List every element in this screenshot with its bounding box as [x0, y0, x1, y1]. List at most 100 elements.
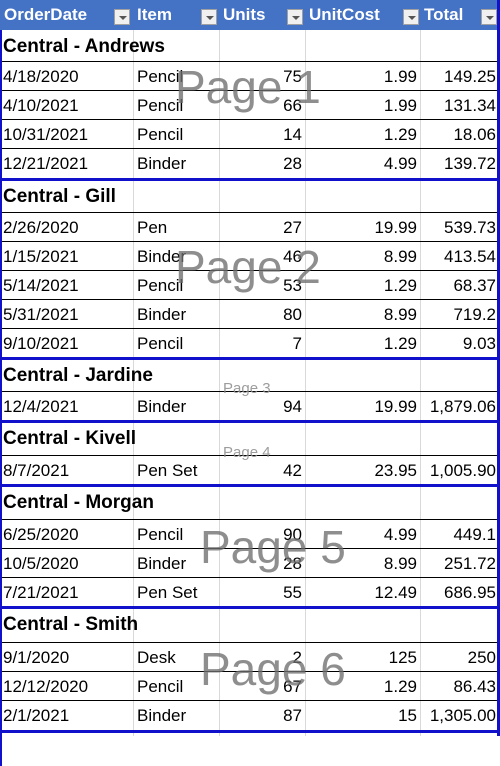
cell-orderdate[interactable]: 1/15/2021 — [3, 242, 79, 270]
cell-unitcost[interactable]: 1.99 — [305, 91, 417, 119]
cell-unitcost[interactable]: 12.49 — [305, 578, 417, 606]
cell-total[interactable]: 68.37 — [420, 271, 496, 299]
filter-dropdown-icon[interactable] — [403, 9, 419, 25]
cell-total[interactable]: 139.72 — [420, 149, 496, 177]
cell-orderdate[interactable]: 9/1/2020 — [3, 643, 69, 671]
table-row[interactable]: 9/1/2020 Desk 2 125 250 — [0, 642, 498, 671]
cell-orderdate[interactable]: 4/10/2021 — [3, 91, 79, 119]
cell-item[interactable]: Binder — [137, 149, 186, 177]
cell-orderdate[interactable]: 10/5/2020 — [3, 549, 79, 577]
table-row[interactable]: 6/25/2020 Pencil 90 4.99 449.1 — [0, 519, 498, 548]
cell-orderdate[interactable]: 9/10/2021 — [3, 329, 79, 357]
cell-item[interactable]: Binder — [137, 549, 186, 577]
page-break-line[interactable] — [0, 730, 498, 733]
cell-orderdate[interactable]: 5/14/2021 — [3, 271, 79, 299]
cell-units[interactable]: 55 — [219, 578, 302, 606]
cell-orderdate[interactable]: 2/26/2020 — [3, 213, 79, 241]
cell-orderdate[interactable]: 7/21/2021 — [3, 578, 79, 606]
filter-dropdown-icon[interactable] — [114, 9, 130, 25]
cell-unitcost[interactable]: 4.99 — [305, 149, 417, 177]
cell-unitcost[interactable]: 1.29 — [305, 329, 417, 357]
cell-orderdate[interactable]: 4/18/2020 — [3, 62, 79, 90]
cell-total[interactable]: 449.1 — [420, 520, 496, 548]
table-row[interactable]: 1/15/2021 Binder 46 8.99 413.54 — [0, 241, 498, 270]
cell-orderdate[interactable]: 12/12/2020 — [3, 672, 88, 700]
table-row[interactable]: 5/14/2021 Pencil 53 1.29 68.37 — [0, 270, 498, 299]
cell-unitcost[interactable]: 1.99 — [305, 62, 417, 90]
cell-orderdate[interactable]: 12/4/2021 — [3, 392, 79, 420]
cell-units[interactable]: 46 — [219, 242, 302, 270]
cell-total[interactable]: 18.06 — [420, 120, 496, 148]
group-header-row[interactable]: Central - Jardine — [0, 360, 498, 389]
cell-total[interactable]: 9.03 — [420, 329, 496, 357]
cell-total[interactable]: 539.73 — [420, 213, 496, 241]
cell-units[interactable]: 7 — [219, 329, 302, 357]
table-row[interactable]: 12/21/2021 Binder 28 4.99 139.72 — [0, 148, 498, 177]
cell-unitcost[interactable]: 19.99 — [305, 213, 417, 241]
cell-item[interactable]: Binder — [137, 392, 186, 420]
cell-total[interactable]: 149.25 — [420, 62, 496, 90]
cell-total[interactable]: 413.54 — [420, 242, 496, 270]
cell-units[interactable]: 14 — [219, 120, 302, 148]
cell-unitcost[interactable]: 125 — [305, 643, 417, 671]
cell-item[interactable]: Pencil — [137, 329, 183, 357]
cell-unitcost[interactable]: 23.95 — [305, 456, 417, 484]
cell-unitcost[interactable]: 8.99 — [305, 242, 417, 270]
cell-item[interactable]: Pencil — [137, 120, 183, 148]
cell-item[interactable]: Pencil — [137, 672, 183, 700]
cell-item[interactable]: Pencil — [137, 62, 183, 90]
page-break-line[interactable] — [0, 30, 2, 766]
filter-dropdown-icon[interactable] — [287, 9, 303, 25]
cell-total[interactable]: 1,005.90 — [420, 456, 496, 484]
group-header-row[interactable]: Central - Morgan — [0, 487, 498, 516]
cell-units[interactable]: 42 — [219, 456, 302, 484]
cell-item[interactable]: Pencil — [137, 271, 183, 299]
cell-total[interactable]: 250 — [420, 643, 496, 671]
cell-item[interactable]: Pencil — [137, 520, 183, 548]
cell-item[interactable]: Pen Set — [137, 578, 198, 606]
cell-orderdate[interactable]: 5/31/2021 — [3, 300, 79, 328]
cell-item[interactable]: Pencil — [137, 91, 183, 119]
group-header-row[interactable]: Central - Gill — [0, 181, 498, 210]
cell-total[interactable]: 131.34 — [420, 91, 496, 119]
cell-units[interactable]: 87 — [219, 701, 302, 729]
cell-units[interactable]: 53 — [219, 271, 302, 299]
cell-item[interactable]: Binder — [137, 300, 186, 328]
cell-unitcost[interactable]: 4.99 — [305, 520, 417, 548]
cell-orderdate[interactable]: 6/25/2020 — [3, 520, 79, 548]
cell-total[interactable]: 86.43 — [420, 672, 496, 700]
cell-orderdate[interactable]: 12/21/2021 — [3, 149, 88, 177]
cell-unitcost[interactable]: 15 — [305, 701, 417, 729]
cell-units[interactable]: 94 — [219, 392, 302, 420]
cell-orderdate[interactable]: 10/31/2021 — [3, 120, 88, 148]
cell-units[interactable]: 28 — [219, 549, 302, 577]
cell-units[interactable]: 75 — [219, 62, 302, 90]
group-header-row[interactable]: Central - Kivell — [0, 423, 498, 452]
cell-units[interactable]: 66 — [219, 91, 302, 119]
cell-unitcost[interactable]: 1.29 — [305, 120, 417, 148]
cell-units[interactable]: 67 — [219, 672, 302, 700]
table-row[interactable]: 10/5/2020 Binder 28 8.99 251.72 — [0, 548, 498, 577]
table-row[interactable]: 8/7/2021 Pen Set 42 23.95 1,005.90 — [0, 455, 498, 484]
group-header-row[interactable]: Central - Andrews — [0, 31, 498, 60]
cell-unitcost[interactable]: 1.29 — [305, 271, 417, 299]
cell-orderdate[interactable]: 8/7/2021 — [3, 456, 69, 484]
cell-total[interactable]: 1,879.06 — [420, 392, 496, 420]
cell-item[interactable]: Binder — [137, 701, 186, 729]
cell-unitcost[interactable]: 19.99 — [305, 392, 417, 420]
cell-units[interactable]: 80 — [219, 300, 302, 328]
cell-item[interactable]: Pen — [137, 213, 167, 241]
table-row[interactable]: 12/4/2021 Binder 94 19.99 1,879.06 — [0, 391, 498, 420]
cell-units[interactable]: 27 — [219, 213, 302, 241]
cell-total[interactable]: 251.72 — [420, 549, 496, 577]
cell-units[interactable]: 28 — [219, 149, 302, 177]
cell-total[interactable]: 719.2 — [420, 300, 496, 328]
group-header-row[interactable]: Central - Smith — [0, 609, 498, 638]
cell-item[interactable]: Pen Set — [137, 456, 198, 484]
cell-unitcost[interactable]: 8.99 — [305, 549, 417, 577]
table-row[interactable]: 7/21/2021 Pen Set 55 12.49 686.95 — [0, 577, 498, 606]
cell-units[interactable]: 2 — [219, 643, 302, 671]
filter-dropdown-icon[interactable] — [481, 9, 497, 25]
table-row[interactable]: 2/1/2021 Binder 87 15 1,305.00 — [0, 700, 498, 729]
cell-total[interactable]: 686.95 — [420, 578, 496, 606]
